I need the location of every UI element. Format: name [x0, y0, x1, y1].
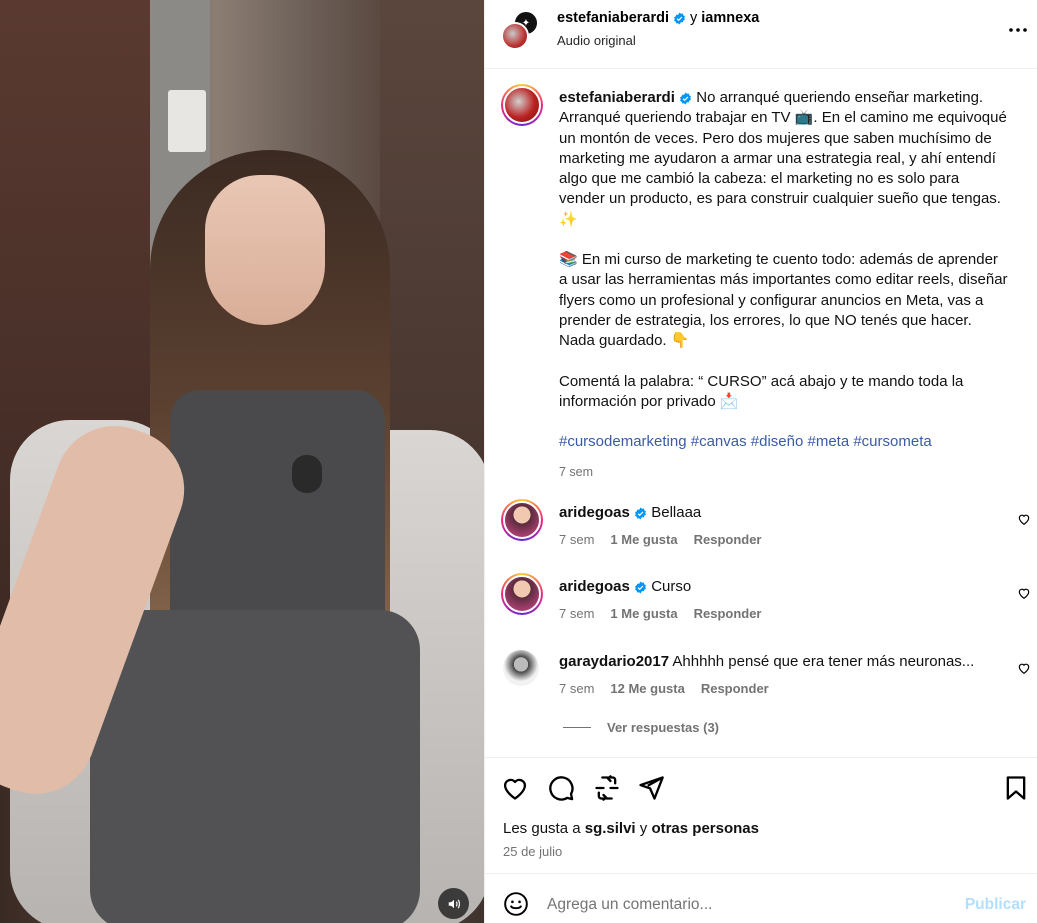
speaker-icon: [448, 899, 460, 908]
header-user2[interactable]: iamnexa: [701, 10, 759, 26]
reply-button[interactable]: Responder: [694, 532, 762, 547]
caption-paragraph-1: No arranqué queriendo enseñar marketing.…: [559, 89, 1007, 228]
post-media[interactable]: [0, 0, 484, 923]
header-connector: y: [690, 10, 698, 26]
comment-avatar[interactable]: [503, 650, 539, 686]
bookmark-icon[interactable]: [1002, 774, 1030, 802]
likes-connector: y: [639, 820, 648, 837]
collab-avatars[interactable]: ✦: [501, 10, 541, 50]
more-options-button[interactable]: [1006, 18, 1030, 42]
more-icon: [1009, 28, 1027, 32]
comment-time[interactable]: 7 sem: [559, 606, 594, 621]
heart-icon[interactable]: [1017, 512, 1031, 526]
view-replies-button[interactable]: Ver respuestas (3): [563, 720, 719, 735]
comment-item: aridegoas Curso 7 sem 1 Me gusta Respond…: [501, 573, 1031, 633]
add-comment-bar: Publicar: [485, 873, 1037, 923]
comment-body: Ahhhhh pensé que era tener más neuronas.…: [672, 653, 975, 670]
comment-text: aridegoas Curso: [559, 578, 691, 595]
comment-likes[interactable]: 1 Me gusta: [610, 606, 677, 621]
post-date[interactable]: 25 de julio: [503, 844, 562, 859]
audio-label[interactable]: Audio original: [557, 33, 636, 48]
likes-user[interactable]: sg.silvi: [585, 820, 636, 837]
wall-switch: [168, 90, 206, 152]
header-usernames: estefaniaberardi y iamnexa: [557, 10, 759, 26]
post-header: ✦ estefaniaberardi y iamnexa Audio origi…: [485, 0, 1037, 69]
comment-input[interactable]: [547, 896, 927, 914]
comment-avatar[interactable]: [501, 573, 543, 615]
comment-username[interactable]: garaydario2017: [559, 653, 669, 670]
replies-divider: [563, 727, 591, 728]
caption-username[interactable]: estefaniaberardi: [559, 89, 675, 106]
comment-time[interactable]: 7 sem: [559, 681, 594, 696]
comment-text: garaydario2017 Ahhhhh pensé que era tene…: [559, 653, 974, 670]
publish-button[interactable]: Publicar: [965, 896, 1026, 914]
mute-button[interactable]: [438, 888, 469, 919]
comment-avatar[interactable]: [501, 499, 543, 541]
like-heart-icon[interactable]: [501, 774, 529, 802]
share-icon[interactable]: [593, 774, 621, 802]
view-replies-label: Ver respuestas (3): [607, 720, 720, 735]
post-panel: ✦ estefaniaberardi y iamnexa Audio origi…: [484, 0, 1037, 923]
verified-icon: [634, 581, 647, 594]
caption-paragraph-3: Comentá la palabra: “ CURSO” acá abajo y…: [559, 372, 964, 410]
likes-others[interactable]: otras personas: [651, 820, 759, 837]
caption-paragraph-2: 📚 En mi curso de marketing te cuento tod…: [559, 251, 1008, 350]
caption-time[interactable]: 7 sem: [559, 462, 1009, 482]
comment-icon[interactable]: [547, 774, 575, 802]
comment-meta: 7 sem 1 Me gusta Responder: [559, 532, 762, 547]
action-bar: [485, 757, 1037, 817]
comment-text: aridegoas Bellaaa: [559, 504, 701, 521]
comment-likes[interactable]: 12 Me gusta: [610, 681, 684, 696]
comment-username[interactable]: aridegoas: [559, 578, 630, 595]
comment-likes[interactable]: 1 Me gusta: [610, 532, 677, 547]
verified-icon: [673, 12, 686, 25]
comment-meta: 7 sem 12 Me gusta Responder: [559, 681, 769, 696]
lapel-mic: [292, 455, 322, 493]
comment-meta: 7 sem 1 Me gusta Responder: [559, 606, 762, 621]
caption-hashtags[interactable]: #cursodemarketing #canvas #diseño #meta …: [559, 432, 1009, 452]
comment-body: Bellaaa: [651, 504, 702, 521]
header-user1[interactable]: estefaniaberardi: [557, 10, 669, 26]
heart-icon[interactable]: [1017, 661, 1031, 675]
likes-prefix: Les gusta a: [503, 820, 581, 837]
comment-username[interactable]: aridegoas: [559, 504, 630, 521]
verified-icon: [679, 92, 692, 105]
post-caption: estefaniaberardi No arranqué queriendo e…: [559, 88, 1009, 483]
comment-time[interactable]: 7 sem: [559, 532, 594, 547]
comment-body: Curso: [651, 578, 692, 595]
caption-avatar[interactable]: [501, 84, 543, 126]
person-face: [205, 175, 325, 325]
avatar-estefaniaberardi[interactable]: [501, 22, 529, 50]
emoji-icon[interactable]: [503, 891, 529, 917]
reply-button[interactable]: Responder: [694, 606, 762, 621]
person-pants: [90, 610, 420, 923]
comment-item: garaydario2017 Ahhhhh pensé que era tene…: [501, 648, 1031, 708]
comment-item: aridegoas Bellaaa 7 sem 1 Me gusta Respo…: [501, 499, 1031, 559]
likes-summary: Les gusta a sg.silvi y otras personas: [503, 820, 759, 837]
heart-icon[interactable]: [1017, 586, 1031, 600]
send-icon[interactable]: [637, 774, 665, 802]
reply-button[interactable]: Responder: [701, 681, 769, 696]
verified-icon: [634, 507, 647, 520]
